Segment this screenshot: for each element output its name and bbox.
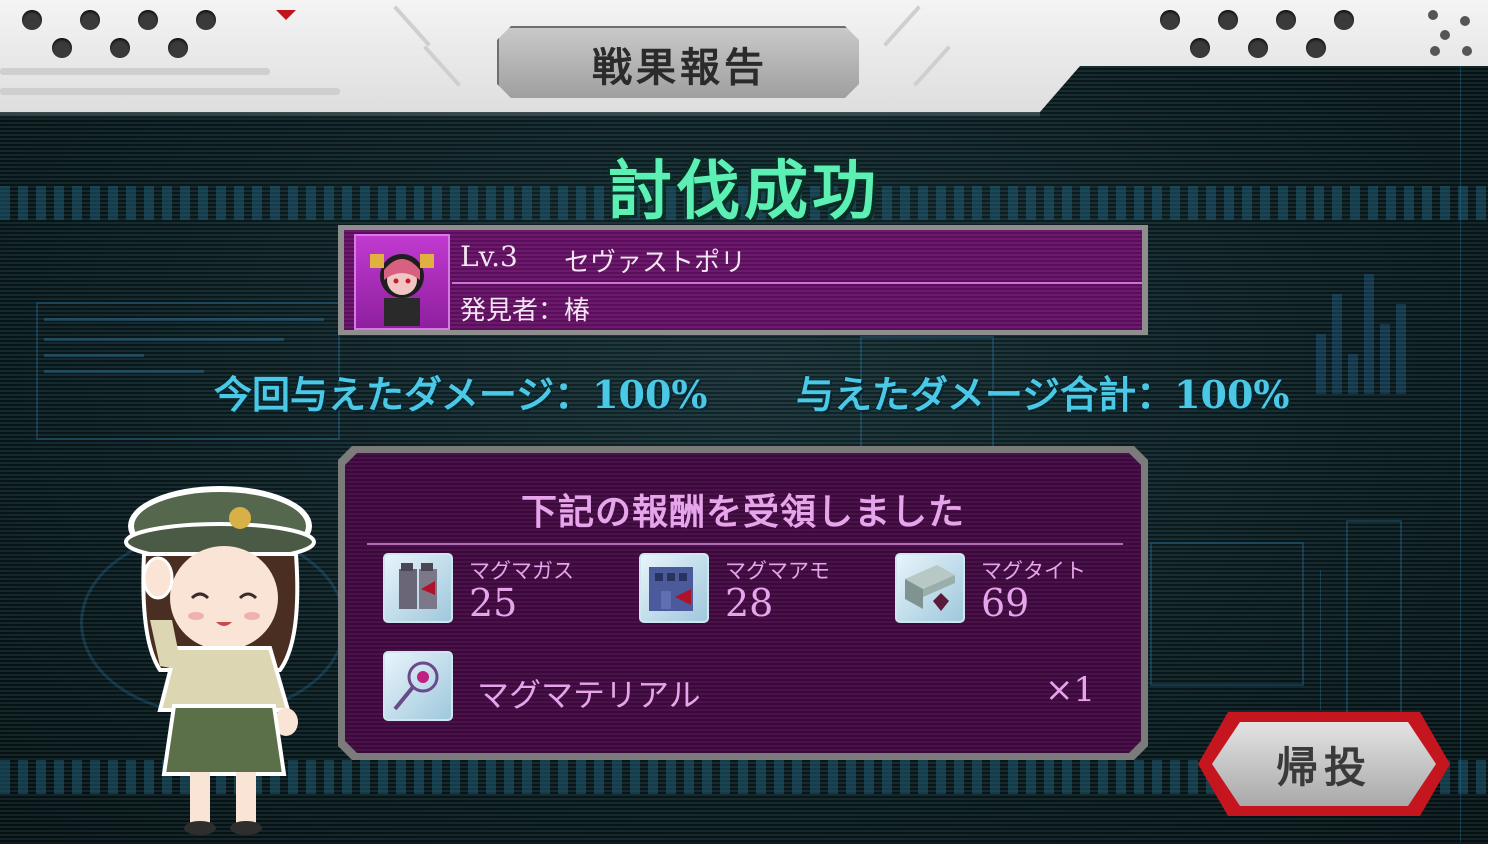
rivet-icon bbox=[196, 10, 216, 30]
rivet-icon bbox=[1306, 38, 1326, 58]
material-quantity: ×1 bbox=[1045, 670, 1096, 710]
rivet-icon bbox=[1248, 38, 1268, 58]
rivet-icon bbox=[1334, 10, 1354, 30]
header-stripe bbox=[0, 68, 270, 75]
rivet-icon bbox=[1460, 16, 1470, 26]
bg-ghost-bars bbox=[1316, 270, 1416, 394]
gas-canister-icon bbox=[383, 553, 453, 623]
bg-bar bbox=[1396, 304, 1406, 394]
page-title: 戦果報告 bbox=[497, 26, 859, 98]
boss-finder: 発見者：椿 bbox=[460, 296, 591, 326]
secretary-art bbox=[124, 486, 316, 835]
boss-card: Lv.3 セヴァストポリ 発見者：椿 bbox=[338, 225, 1148, 335]
rivet-icon bbox=[1190, 38, 1210, 58]
boss-portrait-art bbox=[370, 254, 434, 326]
bg-ghost-panel-right bbox=[1150, 542, 1304, 686]
header-shadow bbox=[0, 112, 1040, 118]
resource-value-1: 25 bbox=[469, 581, 518, 625]
bg-grid-line bbox=[1460, 60, 1461, 842]
secretary-character bbox=[120, 470, 330, 840]
ammo-crate-icon bbox=[639, 553, 709, 623]
magic-wand-icon bbox=[383, 651, 453, 721]
reward-title: 下記の報酬を受領しました bbox=[520, 491, 965, 533]
reward-divider bbox=[367, 543, 1123, 545]
rivet-icon bbox=[168, 38, 188, 58]
rivet-icon bbox=[1160, 10, 1180, 30]
bg-grid-line bbox=[1320, 570, 1321, 710]
rivet-icon bbox=[80, 10, 100, 30]
return-button-label: 帰投 bbox=[1275, 742, 1372, 792]
result-status: 討伐成功 bbox=[608, 154, 880, 229]
return-button[interactable]: 帰投 bbox=[1198, 712, 1450, 816]
reward-panel-inner: 下記の報酬を受領しました マグマガス 25 マグマアモ 28 マグタイト 69 … bbox=[345, 453, 1141, 753]
boss-name: セヴァストポリ bbox=[564, 248, 747, 278]
rivet-icon bbox=[1428, 10, 1438, 20]
bg-bar bbox=[1316, 334, 1326, 394]
bg-ghost-line bbox=[44, 370, 204, 373]
bg-ghost-line bbox=[44, 354, 144, 357]
header-bar: 戦果報告 bbox=[0, 0, 1488, 118]
rivet-icon bbox=[1440, 30, 1450, 40]
steel-ingot-art bbox=[905, 565, 955, 611]
ammo-crate-art bbox=[649, 567, 693, 611]
red-marker-icon bbox=[276, 10, 296, 20]
steel-ingot-icon bbox=[895, 553, 965, 623]
bg-bar bbox=[1364, 274, 1374, 394]
bg-ghost-line bbox=[44, 318, 324, 321]
boss-portrait-icon bbox=[354, 234, 450, 330]
bg-ghost-line bbox=[44, 338, 284, 341]
bg-bar bbox=[1348, 354, 1358, 394]
header-stripe bbox=[0, 88, 340, 95]
boss-card-inner: Lv.3 セヴァストポリ 発見者：椿 bbox=[344, 230, 1142, 330]
reward-panel: 下記の報酬を受領しました マグマガス 25 マグマアモ 28 マグタイト 69 … bbox=[338, 446, 1148, 760]
rivet-icon bbox=[1430, 46, 1440, 56]
resource-value-2: 28 bbox=[725, 581, 774, 625]
rivet-icon bbox=[138, 10, 158, 30]
boss-level: Lv.3 bbox=[460, 240, 518, 273]
magic-wand-art bbox=[393, 661, 439, 711]
bg-bar bbox=[1380, 324, 1390, 394]
material-name: マグマテリアル bbox=[477, 676, 701, 714]
rivet-icon bbox=[110, 38, 130, 58]
rivet-icon bbox=[1218, 10, 1238, 30]
rivet-icon bbox=[22, 10, 42, 30]
bg-bar bbox=[1332, 294, 1342, 394]
rivet-icon bbox=[52, 38, 72, 58]
damage-total: 与えたダメージ合計：100% bbox=[796, 372, 1290, 417]
rivet-icon bbox=[1276, 10, 1296, 30]
boss-divider bbox=[452, 282, 1142, 284]
rivet-icon bbox=[1462, 46, 1472, 56]
bg-ghost-tower bbox=[1346, 520, 1402, 714]
gas-canister-art bbox=[399, 563, 437, 609]
damage-this-time: 今回与えたダメージ：100% bbox=[214, 372, 708, 417]
resource-value-3: 69 bbox=[981, 581, 1030, 625]
